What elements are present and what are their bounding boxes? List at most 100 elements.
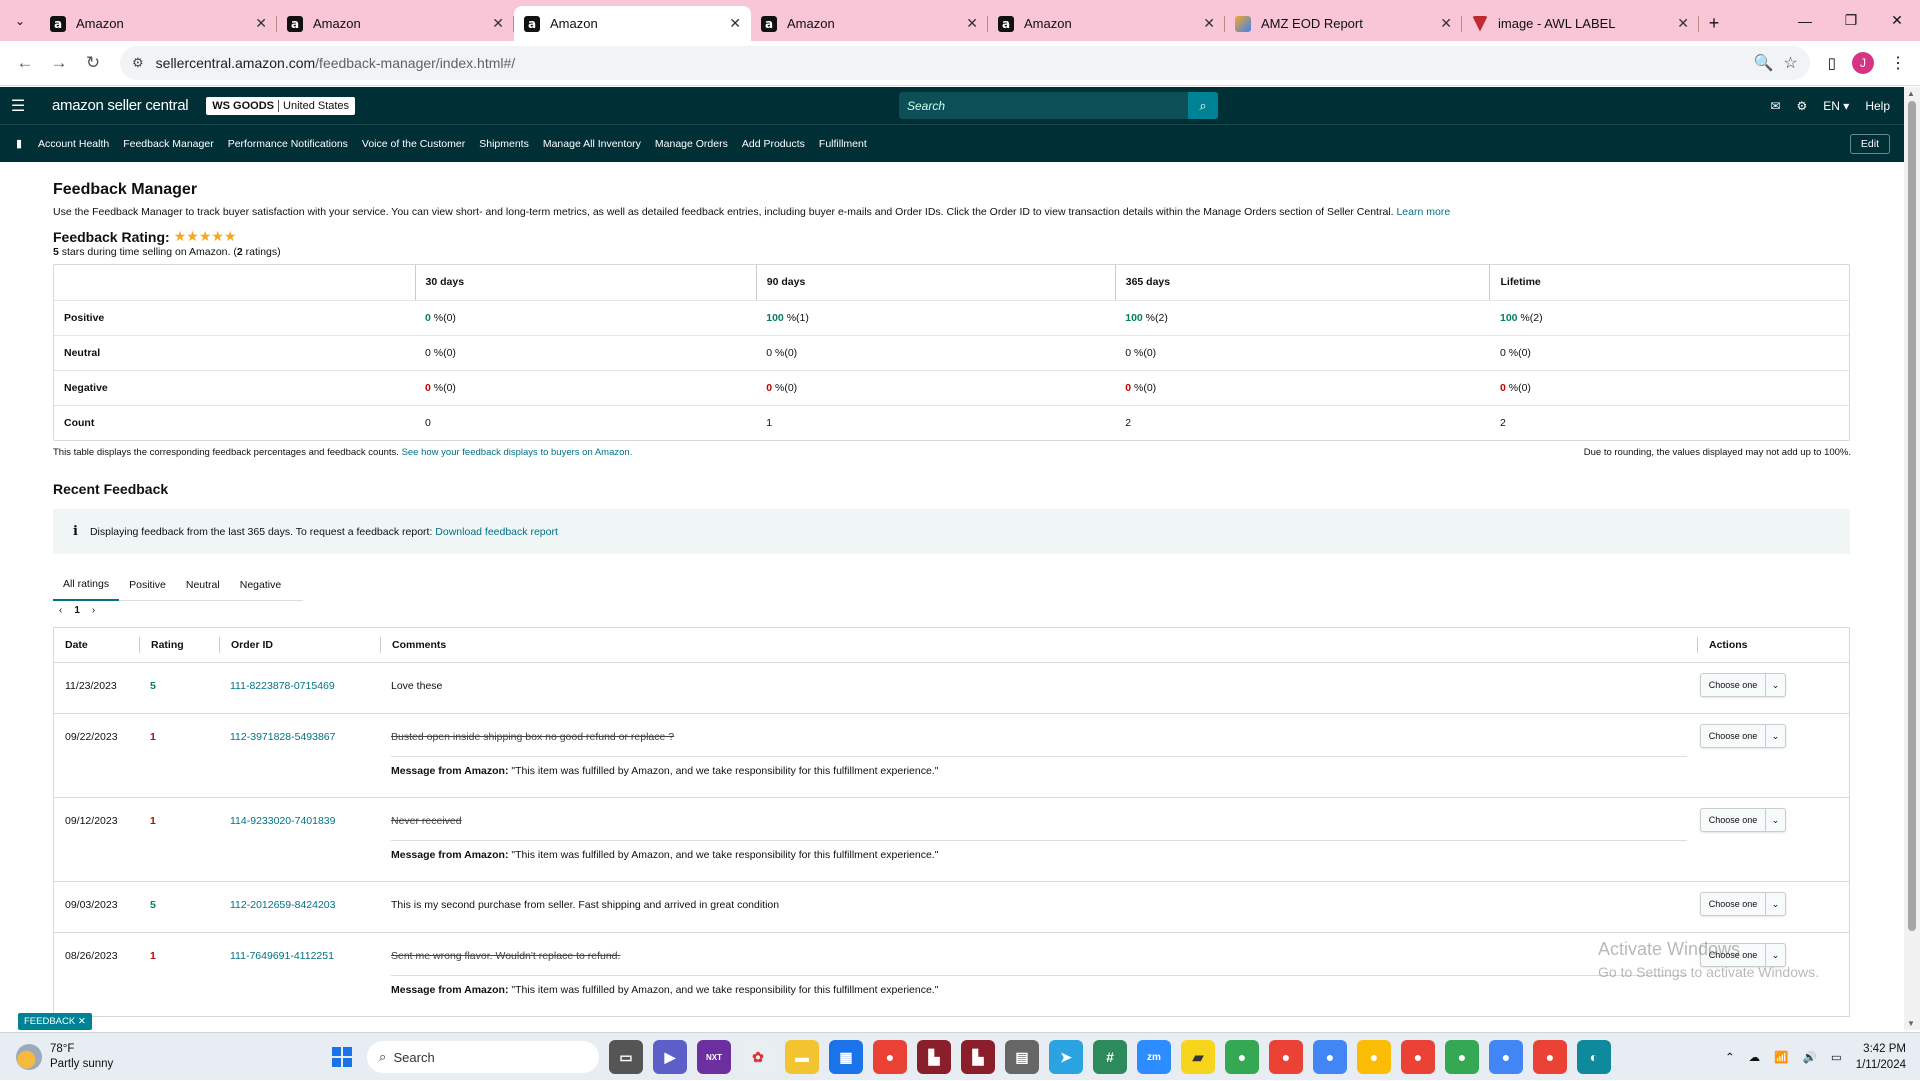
chrome-profile-icon-7[interactable]: ● — [1489, 1040, 1523, 1074]
nav-link[interactable]: Performance Notifications — [228, 138, 348, 150]
nav-link[interactable]: Shipments — [479, 138, 529, 150]
close-tab-icon[interactable]: ✕ — [492, 15, 504, 32]
forward-arrow-icon[interactable]: → — [42, 46, 76, 80]
reload-icon[interactable]: ↻ — [76, 46, 110, 80]
chrome-icon[interactable]: ● — [873, 1040, 907, 1074]
tab-search-chevron-icon[interactable]: ⌄ — [0, 0, 40, 41]
nav-link[interactable]: Feedback Manager — [123, 138, 213, 150]
seller-central-logo[interactable]: amazon seller central — [52, 97, 189, 114]
browser-tab[interactable]: AMZ EOD Report ✕ — [1225, 6, 1462, 41]
profile-avatar[interactable]: J — [1852, 52, 1874, 74]
feedback-display-link[interactable]: See how your feedback displays to buyers… — [402, 447, 633, 458]
action-dropdown[interactable]: Choose one ⌄ — [1700, 673, 1786, 697]
action-dropdown[interactable]: Choose one ⌄ — [1700, 892, 1786, 916]
action-dropdown[interactable]: Choose one ⌄ — [1700, 724, 1786, 748]
learn-more-link[interactable]: Learn more — [1396, 206, 1450, 218]
scrollbar-thumb[interactable] — [1908, 101, 1916, 931]
chrome-profile-icon-4[interactable]: ● — [1357, 1040, 1391, 1074]
sticky-notes-icon[interactable]: ▰ — [1181, 1040, 1215, 1074]
calendar-icon[interactable]: ▦ — [829, 1040, 863, 1074]
prev-page-icon[interactable]: ‹ — [59, 605, 62, 616]
onedrive-cloud-icon[interactable]: ☁ — [1749, 1050, 1761, 1064]
search-input[interactable] — [899, 98, 1188, 113]
browser-menu-icon[interactable]: ⋮ — [1890, 53, 1906, 73]
chrome-profile-icon-3[interactable]: ● — [1313, 1040, 1347, 1074]
search-icon[interactable]: ⌕ — [1188, 92, 1218, 119]
store-selector[interactable]: WS GOODS United States — [206, 96, 356, 115]
gear-icon[interactable]: ⚙ — [1797, 99, 1808, 113]
chrome-profile-icon-8[interactable]: ● — [1533, 1040, 1567, 1074]
browser-tab[interactable]: a Amazon ✕ — [514, 6, 751, 41]
browser-tab[interactable]: image - AWL LABEL ✕ — [1462, 6, 1699, 41]
order-id-link[interactable]: 112-2012659-8424203 — [219, 882, 380, 932]
telegram-icon[interactable]: ➤ — [1049, 1040, 1083, 1074]
chevron-down-icon[interactable]: ⌄ — [1765, 893, 1785, 915]
restore-icon[interactable]: ❐ — [1828, 0, 1874, 41]
next-app-icon[interactable]: NXT — [697, 1040, 731, 1074]
browser-tab[interactable]: a Amazon ✕ — [40, 6, 277, 41]
weather-widget[interactable]: 78°F Partly sunny — [16, 1042, 113, 1072]
close-tab-icon[interactable]: ✕ — [1440, 15, 1452, 32]
nav-link[interactable]: Manage Orders — [655, 138, 728, 150]
nav-link[interactable]: Voice of the Customer — [362, 138, 465, 150]
close-tab-icon[interactable]: ✕ — [729, 15, 741, 32]
chrome-profile-icon-6[interactable]: ● — [1445, 1040, 1479, 1074]
filter-tab[interactable]: Neutral — [176, 569, 230, 601]
back-arrow-icon[interactable]: ← — [8, 46, 42, 80]
zoom-icon[interactable]: 🔍 — [1753, 53, 1773, 73]
minimize-icon[interactable]: — — [1782, 0, 1828, 41]
show-hidden-icons-chevron-icon[interactable]: ⌃ — [1725, 1050, 1735, 1064]
wifi-icon[interactable]: 📶 — [1774, 1050, 1788, 1064]
bookmark-star-icon[interactable]: ☆ — [1783, 53, 1797, 73]
next-page-icon[interactable]: › — [92, 605, 95, 616]
taskbar-search[interactable]: ⌕ Search — [367, 1041, 599, 1073]
chevron-down-icon[interactable]: ⌄ — [1765, 674, 1785, 696]
vertical-scrollbar[interactable]: ▲ ▼ — [1904, 87, 1920, 1030]
order-id-link[interactable]: 111-7649691-4112251 — [219, 933, 380, 1016]
action-dropdown[interactable]: Choose one ⌄ — [1700, 808, 1786, 832]
file-explorer-icon[interactable]: ▬ — [785, 1040, 819, 1074]
address-bar[interactable]: ⚙ sellercentral.amazon.com/feedback-mana… — [120, 46, 1810, 80]
edit-nav-button[interactable]: Edit — [1849, 134, 1890, 154]
current-page[interactable]: 1 — [74, 605, 80, 616]
hamburger-menu-icon[interactable]: ☰ — [0, 96, 36, 116]
close-tab-icon[interactable]: ✕ — [966, 15, 978, 32]
bookmark-icon[interactable]: ▮ — [0, 137, 38, 150]
browser-tab[interactable]: a Amazon ✕ — [277, 6, 514, 41]
slack-icon[interactable]: # — [1093, 1040, 1127, 1074]
calculator-icon[interactable]: ▤ — [1005, 1040, 1039, 1074]
order-id-link[interactable]: 114-9233020-7401839 — [219, 798, 380, 881]
task-view-icon[interactable]: ▭ — [609, 1040, 643, 1074]
copilot-icon[interactable]: ✿ — [741, 1040, 775, 1074]
side-panel-icon[interactable]: ▯ — [1828, 54, 1836, 72]
order-id-link[interactable]: 111-8223878-0715469 — [219, 663, 380, 713]
nav-link[interactable]: Account Health — [38, 138, 109, 150]
windows-start-icon[interactable] — [327, 1042, 357, 1072]
app-icon-red[interactable]: ▙ — [917, 1040, 951, 1074]
help-link[interactable]: Help — [1865, 99, 1890, 113]
download-report-link[interactable]: Download feedback report — [435, 526, 558, 538]
battery-icon[interactable]: ▭ — [1831, 1050, 1842, 1064]
nav-link[interactable]: Manage All Inventory — [543, 138, 641, 150]
chrome-profile-icon-5[interactable]: ● — [1401, 1040, 1435, 1074]
filter-tab[interactable]: Positive — [119, 569, 176, 601]
chrome-profile-icon-1[interactable]: ● — [1225, 1040, 1259, 1074]
teams-icon[interactable]: ▶ — [653, 1040, 687, 1074]
app-icon-red-2[interactable]: ▙ — [961, 1040, 995, 1074]
language-selector[interactable]: EN ▾ — [1823, 99, 1849, 113]
feedback-widget-button[interactable]: FEEDBACK ✕ — [18, 1013, 92, 1030]
url-text[interactable]: sellercentral.amazon.com/feedback-manage… — [156, 55, 1754, 71]
order-id-link[interactable]: 112-3971828-5493867 — [219, 714, 380, 797]
nav-link[interactable]: Add Products — [742, 138, 805, 150]
filter-tab[interactable]: Negative — [230, 569, 291, 601]
zoom-app-icon[interactable]: zm — [1137, 1040, 1171, 1074]
chevron-down-icon[interactable]: ⌄ — [1765, 809, 1785, 831]
mail-icon[interactable]: ✉ — [1770, 99, 1780, 113]
chevron-down-icon[interactable]: ⌄ — [1765, 725, 1785, 747]
clock[interactable]: 3:42 PM 1/11/2024 — [1856, 1041, 1906, 1073]
volume-icon[interactable]: 🔊 — [1802, 1050, 1816, 1064]
close-window-icon[interactable]: ✕ — [1874, 0, 1920, 41]
chrome-profile-icon-2[interactable]: ● — [1269, 1040, 1303, 1074]
close-tab-icon[interactable]: ✕ — [1203, 15, 1215, 32]
site-settings-icon[interactable]: ⚙ — [132, 55, 144, 71]
